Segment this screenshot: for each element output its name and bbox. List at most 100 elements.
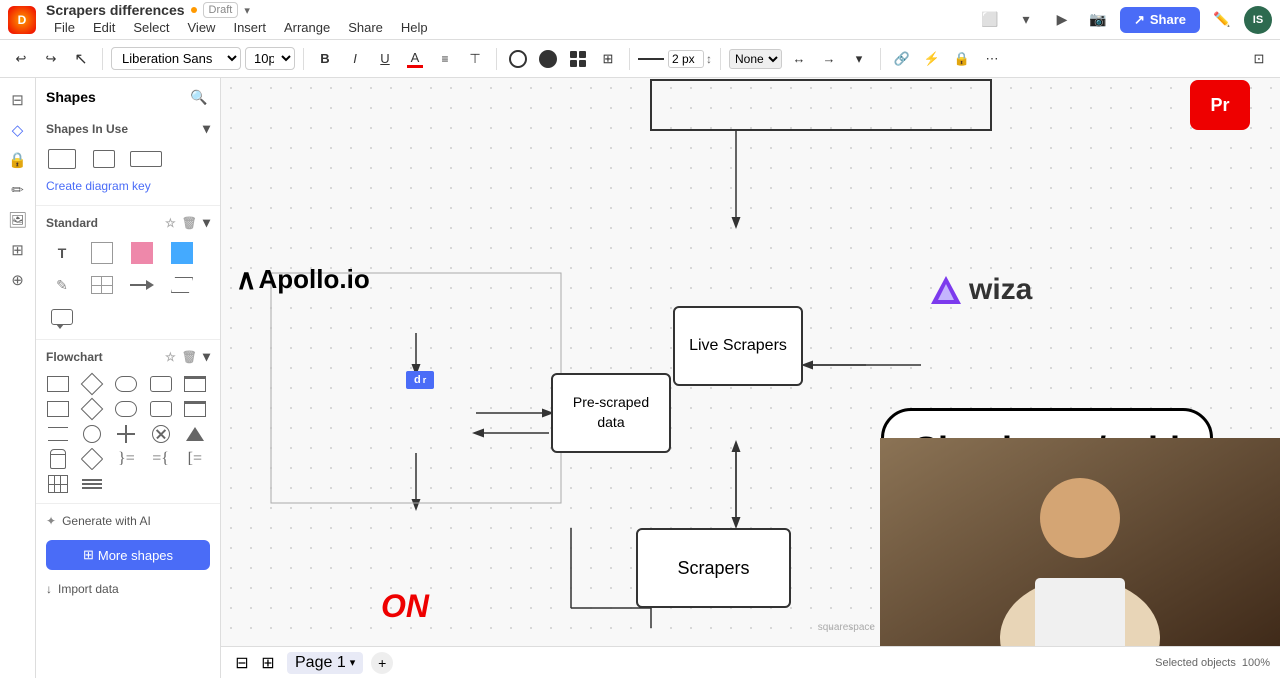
- collapse-in-use-icon[interactable]: ▾: [203, 120, 210, 137]
- fc-process-r[interactable]: [147, 373, 175, 395]
- fc-brace-start[interactable]: }=: [112, 448, 140, 470]
- fc-table[interactable]: [44, 473, 72, 495]
- chevron-down-icon[interactable]: ▾: [244, 4, 250, 17]
- circle-filled-tool[interactable]: [535, 46, 561, 72]
- align-button[interactable]: ≡: [432, 46, 458, 72]
- fc-round2[interactable]: [112, 398, 140, 420]
- menu-select[interactable]: Select: [125, 18, 177, 37]
- search-button[interactable]: 🔍: [188, 86, 210, 108]
- chevron-down-icon[interactable]: ▾: [1012, 6, 1040, 34]
- lightning-button[interactable]: ⚡: [919, 46, 945, 72]
- table-tool[interactable]: ⊞: [595, 46, 621, 72]
- circle-outline-tool[interactable]: [505, 46, 531, 72]
- fc-xmark[interactable]: [147, 423, 175, 445]
- step-shape[interactable]: [164, 271, 200, 299]
- underline-button[interactable]: U: [372, 46, 398, 72]
- shapes-icon[interactable]: ◇: [4, 116, 32, 144]
- shape-rect-1[interactable]: [44, 145, 80, 173]
- fc-list[interactable]: [78, 473, 106, 495]
- fc-io[interactable]: [181, 373, 209, 395]
- italic-button[interactable]: I: [342, 46, 368, 72]
- fc-cylinder[interactable]: [44, 448, 72, 470]
- shape-rect-3[interactable]: [128, 145, 164, 173]
- image-icon[interactable]: 🖼: [4, 206, 32, 234]
- square-shape[interactable]: [84, 239, 120, 267]
- fc-diamond3[interactable]: [78, 448, 106, 470]
- delete-flowchart-icon[interactable]: 🗑: [182, 350, 197, 364]
- arrow-shape[interactable]: [124, 271, 160, 299]
- menu-edit[interactable]: Edit: [85, 18, 123, 37]
- delete-icon[interactable]: 🗑: [182, 216, 197, 230]
- shape-rect-2[interactable]: [86, 145, 122, 173]
- collapse-panel-button[interactable]: ⊡: [1246, 46, 1272, 72]
- video-icon[interactable]: 📷: [1084, 6, 1112, 34]
- callout-shape[interactable]: [44, 303, 80, 331]
- bottom-apps-icon[interactable]: ⊞: [257, 652, 279, 674]
- fc-brace-end[interactable]: ={: [147, 448, 175, 470]
- apollo-logo[interactable]: ∧ Apollo.io: [236, 263, 370, 296]
- valign-button[interactable]: ⊤: [462, 46, 488, 72]
- scrapers-box[interactable]: Scrapers: [636, 528, 791, 608]
- pre-scraped-box[interactable]: Pre-scrapeddata: [551, 373, 671, 453]
- fc-decision[interactable]: [78, 373, 106, 395]
- play-icon[interactable]: ▶: [1048, 6, 1076, 34]
- add-page-button[interactable]: +: [371, 652, 393, 674]
- fc-diamond2[interactable]: [78, 398, 106, 420]
- wiza-logo[interactable]: wiza: [931, 273, 1032, 307]
- menu-arrange[interactable]: Arrange: [276, 18, 338, 37]
- share-button[interactable]: ↗ Share: [1120, 7, 1200, 33]
- menu-share[interactable]: Share: [340, 18, 391, 37]
- edit-pen-icon[interactable]: ✏: [4, 176, 32, 204]
- fc-terminal[interactable]: [112, 373, 140, 395]
- lock-button[interactable]: 🔒: [949, 46, 975, 72]
- fc-rect-r2[interactable]: [44, 398, 72, 420]
- undo-button[interactable]: ↩: [8, 46, 34, 72]
- menu-file[interactable]: File: [46, 18, 83, 37]
- fc-process[interactable]: [44, 373, 72, 395]
- link-button[interactable]: 🔗: [889, 46, 915, 72]
- fc-rect-d2[interactable]: [181, 398, 209, 420]
- canvas-area[interactable]: dr Live Scrapers Pre-scrapeddata Scraper…: [221, 78, 1280, 678]
- bottom-grid-icon[interactable]: ⊟: [231, 652, 253, 674]
- star-icon[interactable]: ☆: [165, 216, 176, 230]
- arrow-options[interactable]: ▾: [846, 46, 872, 72]
- pages-icon[interactable]: ⊟: [4, 86, 32, 114]
- waypoints-icon[interactable]: ⊕: [4, 266, 32, 294]
- menu-view[interactable]: View: [180, 18, 224, 37]
- import-data-button[interactable]: ↓ Import data: [36, 576, 220, 602]
- arrow-button[interactable]: →: [816, 46, 842, 72]
- live-scrapers-box[interactable]: Live Scrapers: [673, 306, 803, 386]
- collapse-flowchart-icon[interactable]: ▾: [203, 348, 210, 365]
- redo-button[interactable]: ↪: [38, 46, 64, 72]
- page-tab[interactable]: Page 1 ▾: [287, 652, 363, 674]
- cursor-tool[interactable]: ↖: [68, 46, 94, 72]
- create-diagram-key-link[interactable]: Create diagram key: [36, 177, 220, 201]
- text-shape[interactable]: T: [44, 239, 80, 267]
- font-selector[interactable]: Liberation Sans: [111, 47, 241, 70]
- bold-button[interactable]: B: [312, 46, 338, 72]
- user-avatar[interactable]: IS: [1244, 6, 1272, 34]
- table-shape[interactable]: [84, 271, 120, 299]
- pen-shape[interactable]: ✎: [44, 271, 80, 299]
- collapse-standard-icon[interactable]: ▾: [203, 214, 210, 231]
- fc-triangle[interactable]: [181, 423, 209, 445]
- fc-bracket[interactable]: [=: [181, 448, 209, 470]
- edit-icon[interactable]: ✏️: [1208, 6, 1236, 34]
- status-badge[interactable]: Draft: [203, 2, 239, 18]
- connection-start[interactable]: ↔: [786, 46, 812, 72]
- blue-rect-shape[interactable]: [164, 239, 200, 267]
- more-options-button[interactable]: ⋯: [979, 46, 1005, 72]
- line-style-button[interactable]: [638, 46, 664, 72]
- present-icon[interactable]: ⬜: [976, 6, 1004, 34]
- font-size-selector[interactable]: 10pt: [245, 47, 295, 70]
- generate-ai-button[interactable]: ✦ Generate with AI: [36, 508, 220, 534]
- menu-help[interactable]: Help: [393, 18, 436, 37]
- colored-rect-shape[interactable]: [124, 239, 160, 267]
- more-shapes-button[interactable]: ⊞ More shapes: [46, 540, 210, 570]
- lock-sidebar-icon[interactable]: 🔒: [4, 146, 32, 174]
- text-color-button[interactable]: A: [402, 46, 428, 72]
- fc-rect-r3[interactable]: [147, 398, 175, 420]
- line-width-input[interactable]: [668, 50, 704, 68]
- fc-cross[interactable]: [112, 423, 140, 445]
- fc-circle[interactable]: [78, 423, 106, 445]
